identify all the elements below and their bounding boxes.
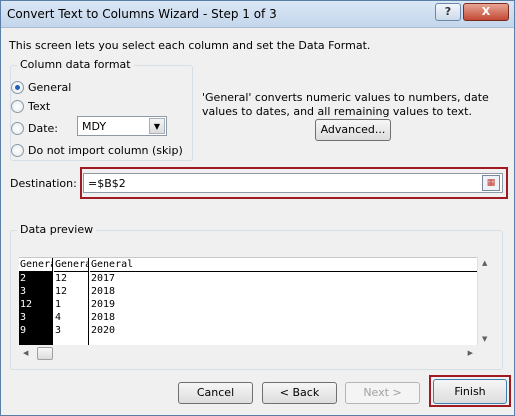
preview-horizontal-scrollbar[interactable]: ◀ ▶ <box>19 345 477 362</box>
scroll-down-icon[interactable]: ▼ <box>482 335 487 343</box>
date-format-value: MDY <box>82 120 107 133</box>
chevron-down-icon[interactable]: ▼ <box>149 118 165 134</box>
scroll-left-icon[interactable]: ◀ <box>23 349 28 357</box>
preview-cell: 12 <box>20 299 33 310</box>
format-description: 'General' converts numeric values to num… <box>202 91 489 118</box>
preview-cell: 9 <box>20 325 27 336</box>
destination-label: Destination: <box>10 177 77 190</box>
preview-cell: 2 <box>20 273 27 284</box>
radio-skip-label: Do not import column (skip) <box>28 143 183 157</box>
help-button[interactable]: ? <box>435 3 461 21</box>
radio-text-label: Text <box>28 99 51 113</box>
title-bar: Convert Text to Columns Wizard - Step 1 … <box>1 1 514 28</box>
column-header[interactable]: General <box>90 258 477 272</box>
preview-cell: 2019 <box>91 299 116 310</box>
wizard-dialog: Convert Text to Columns Wizard - Step 1 … <box>0 0 515 416</box>
radio-text[interactable]: Text <box>11 98 50 114</box>
next-button[interactable]: Next > <box>345 382 420 404</box>
advanced-button[interactable]: Advanced... <box>315 119 391 141</box>
radio-skip[interactable]: Do not import column (skip) <box>11 142 183 158</box>
preview-cell: 12 <box>55 286 68 297</box>
radio-date[interactable]: Date: <box>11 120 58 136</box>
dialog-title: Convert Text to Columns Wizard - Step 1 … <box>7 7 277 21</box>
close-button[interactable]: X <box>463 3 509 21</box>
preview-cell: 4 <box>55 312 62 323</box>
column-format-label: Column data format <box>17 58 134 71</box>
preview-column-3[interactable]: General 2017 2018 2019 2018 2020 <box>90 258 477 345</box>
column-header[interactable]: General <box>19 258 52 272</box>
data-preview-label: Data preview <box>17 223 97 236</box>
radio-button-icon[interactable] <box>11 80 24 94</box>
preview-cell: 2018 <box>91 312 116 323</box>
preview-vertical-scrollbar[interactable]: ▲ ▼ <box>477 257 494 345</box>
date-format-select[interactable]: MDY ▼ <box>77 116 167 136</box>
preview-cell: 2018 <box>91 286 116 297</box>
preview-cell: 12 <box>55 273 68 284</box>
scroll-up-icon[interactable]: ▲ <box>482 259 487 267</box>
radio-button-icon[interactable] <box>11 121 24 135</box>
radio-general[interactable]: General <box>11 79 71 95</box>
preview-cell: 3 <box>20 286 27 297</box>
preview-cell: 2017 <box>91 273 116 284</box>
preview-column-1[interactable]: General 2 3 12 3 9 <box>19 258 53 345</box>
back-button[interactable]: < Back <box>262 382 337 404</box>
radio-general-label: General <box>28 80 72 94</box>
intro-text: This screen lets you select each column … <box>9 39 371 52</box>
column-header[interactable]: General <box>54 258 88 272</box>
preview-cell: 3 <box>20 312 27 323</box>
radio-button-icon[interactable] <box>11 99 24 113</box>
destination-highlight <box>80 167 508 199</box>
radio-button-icon[interactable] <box>11 143 24 157</box>
preview-cell: 3 <box>55 325 62 336</box>
scroll-thumb[interactable] <box>37 347 53 360</box>
preview-cell: 1 <box>55 299 62 310</box>
radio-date-label: Date: <box>28 121 58 135</box>
preview-column-2[interactable]: General 12 12 1 4 3 <box>54 258 89 345</box>
finish-highlight <box>429 375 511 407</box>
cancel-button[interactable]: Cancel <box>178 382 253 404</box>
scroll-right-icon[interactable]: ▶ <box>468 349 473 357</box>
preview-cell: 2020 <box>91 325 116 336</box>
data-preview-grid[interactable]: General 2 3 12 3 9 General 12 12 1 4 3 G… <box>19 257 477 345</box>
